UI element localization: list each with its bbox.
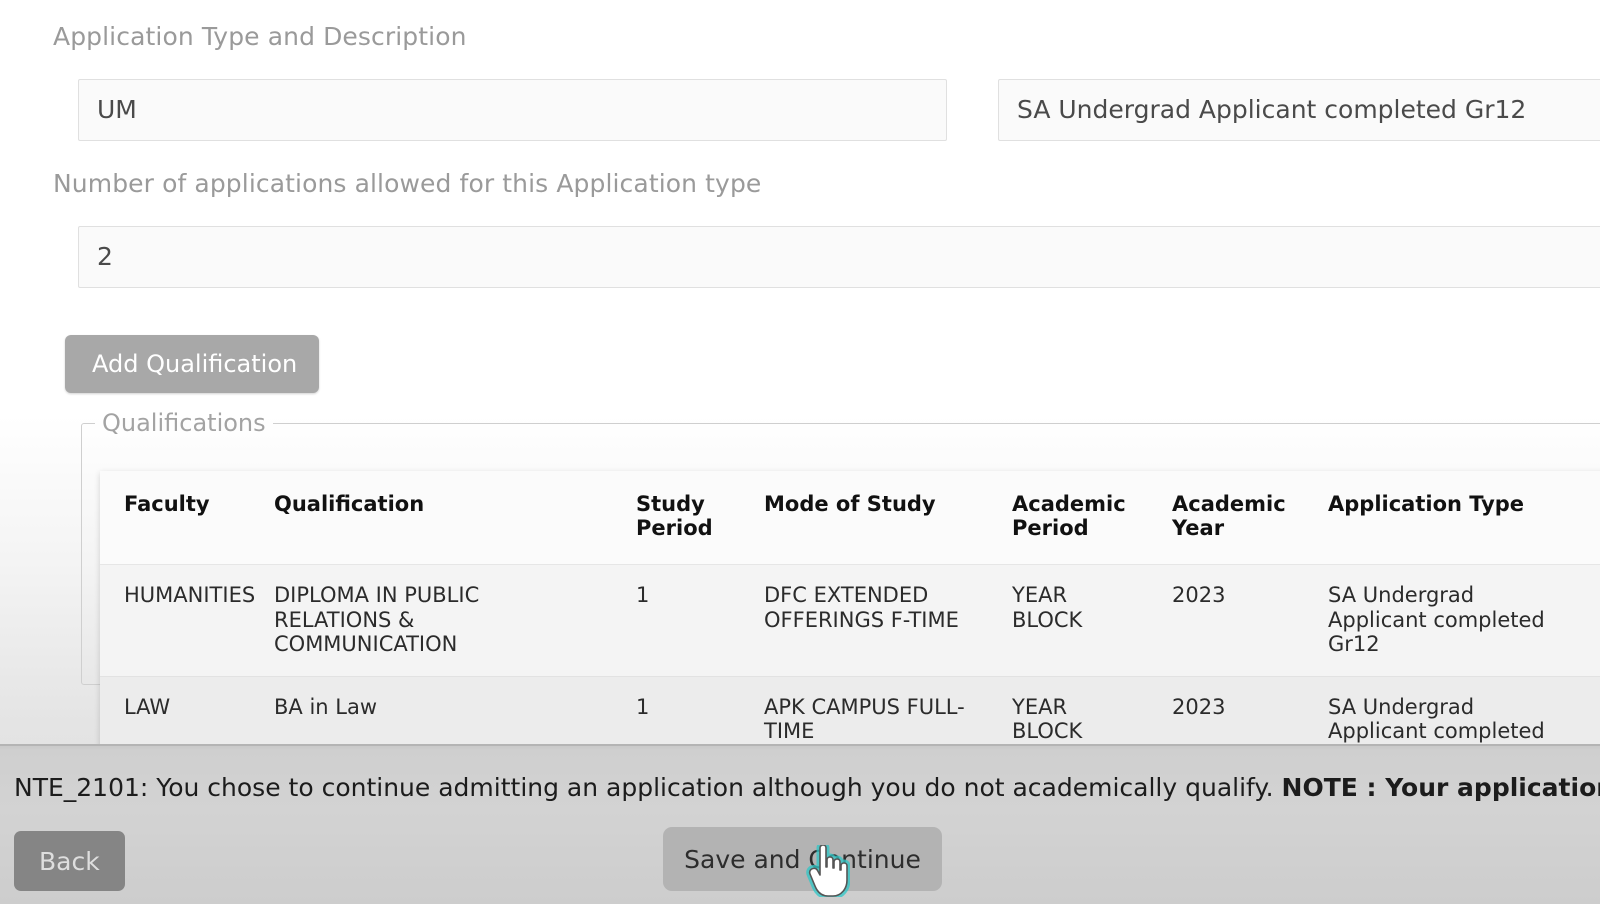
cell-extra <box>1584 564 1600 677</box>
application-form-area: Application Type and Description UM SA U… <box>0 0 1600 744</box>
cell-application-type: SA Undergrad Applicant completed Gr12 <box>1304 676 1584 744</box>
notice-message-bold: NOTE : Your application w <box>1281 773 1600 802</box>
qualifications-table-container: Faculty Qualification Study Period Mode … <box>100 471 1600 744</box>
cell-faculty: LAW <box>100 676 250 744</box>
qualifications-fieldset: Qualifications Faculty Qualification Stu… <box>81 409 1600 744</box>
cell-mode-of-study: DFC EXTENDED OFFERINGS F-TIME <box>740 564 988 677</box>
notice-bar: NTE_2101: You chose to continue admittin… <box>0 744 1600 904</box>
add-qualification-button[interactable]: Add Qualification <box>65 335 319 393</box>
column-header-qualification[interactable]: Qualification <box>250 471 612 566</box>
application-description-input[interactable]: SA Undergrad Applicant completed Gr12 <box>998 79 1600 141</box>
application-type-label: Application Type and Description <box>53 22 467 51</box>
column-header-academic-year[interactable]: Academic Year <box>1148 471 1304 566</box>
cell-extra <box>1584 676 1600 744</box>
column-header-academic-period[interactable]: Academic Period <box>988 471 1148 566</box>
column-header-extra <box>1584 471 1600 566</box>
cell-academic-year: 2023 <box>1148 564 1304 677</box>
cell-qualification: BA in Law <box>250 676 612 744</box>
table-row[interactable]: LAW BA in Law 1 APK CAMPUS FULL-TIME YEA… <box>100 676 1600 744</box>
back-button[interactable]: Back <box>14 831 125 891</box>
column-header-study-period[interactable]: Study Period <box>612 471 740 566</box>
application-type-input[interactable]: UM <box>78 79 947 141</box>
cell-qualification: DIPLOMA IN PUBLIC RELATIONS & COMMUNICAT… <box>250 564 612 677</box>
qualifications-table: Faculty Qualification Study Period Mode … <box>100 471 1600 744</box>
column-header-application-type[interactable]: Application Type <box>1304 471 1584 566</box>
cell-academic-year: 2023 <box>1148 676 1304 744</box>
cell-study-period: 1 <box>612 676 740 744</box>
cell-mode-of-study: APK CAMPUS FULL-TIME <box>740 676 988 744</box>
cell-application-type: SA Undergrad Applicant completed Gr12 <box>1304 564 1584 677</box>
cell-study-period: 1 <box>612 564 740 677</box>
table-header-row: Faculty Qualification Study Period Mode … <box>100 471 1600 566</box>
cell-academic-period: YEAR BLOCK <box>988 564 1148 677</box>
cell-faculty: HUMANITIES <box>100 564 255 677</box>
column-header-faculty[interactable]: Faculty <box>100 471 250 566</box>
qualifications-legend: Qualifications <box>102 409 266 437</box>
save-and-continue-button[interactable]: Save and Continue <box>663 827 942 891</box>
notice-message: NTE_2101: You chose to continue admittin… <box>14 773 1600 802</box>
table-row[interactable]: HUMANITIES DIPLOMA IN PUBLIC RELATIONS &… <box>100 564 1600 677</box>
column-header-mode-of-study[interactable]: Mode of Study <box>740 471 988 566</box>
number-allowed-input[interactable]: 2 <box>78 226 1600 288</box>
cell-academic-period: YEAR BLOCK <box>988 676 1148 744</box>
notice-message-plain: NTE_2101: You chose to continue admittin… <box>14 773 1282 802</box>
number-allowed-label: Number of applications allowed for this … <box>53 169 762 198</box>
